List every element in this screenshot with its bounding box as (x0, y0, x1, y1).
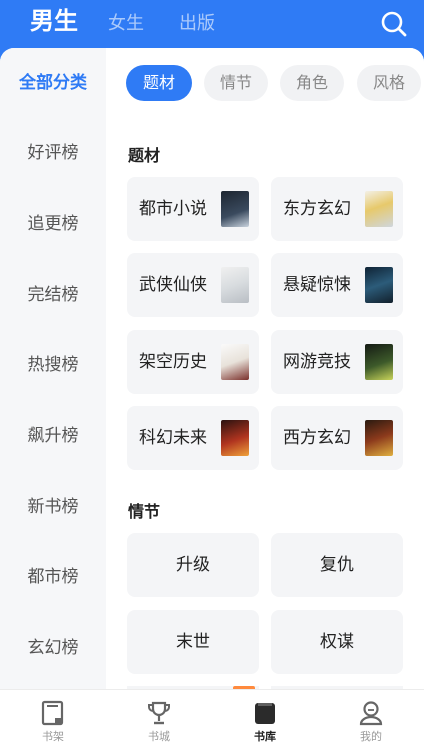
category-label: 科幻未来 (139, 428, 207, 448)
category-card-sci-fi[interactable]: 科幻未来 (127, 406, 259, 470)
main-sheet: 全部分类 好评榜 追更榜 完结榜 热搜榜 飙升榜 新书榜 都市榜 玄幻榜 题材 … (0, 48, 424, 689)
category-label: 西方玄幻 (283, 428, 351, 448)
category-card-western-fantasy[interactable]: 西方玄幻 (271, 406, 403, 470)
book-cover-image (221, 420, 249, 456)
category-card-wuxia[interactable]: 武侠仙侠 (127, 253, 259, 317)
tag-card-apocalypse[interactable]: 末世 (127, 610, 259, 674)
nav-label: 书库 (254, 730, 276, 743)
library-icon (255, 703, 275, 724)
book-cover-image (221, 344, 249, 380)
tag-card-scheming[interactable]: 权谋 (271, 610, 403, 674)
tag-label: 升级 (176, 555, 210, 575)
section-title-theme: 题材 (128, 146, 161, 165)
chip-role[interactable]: 角色 (280, 65, 344, 101)
sidebar-item-completed[interactable]: 完结榜 (0, 275, 106, 315)
nav-label: 书城 (148, 730, 170, 743)
book-cover-image (365, 420, 393, 456)
sidebar-item-new-books[interactable]: 新书榜 (0, 487, 106, 527)
category-label: 都市小说 (139, 199, 207, 219)
bookshelf-icon (41, 700, 64, 726)
nav-item-library[interactable]: 书库 (212, 690, 318, 754)
profile-icon (359, 701, 383, 726)
category-label: 东方玄幻 (283, 199, 351, 219)
chip-plot[interactable]: 情节 (204, 65, 268, 101)
tag-label: 权谋 (320, 632, 354, 652)
search-icon[interactable] (380, 10, 408, 38)
book-cover-image (221, 191, 249, 227)
trophy-icon (148, 701, 170, 725)
book-cover-image (365, 344, 393, 380)
section-title-plot: 情节 (128, 502, 161, 521)
category-card-esports[interactable]: 网游竞技 (271, 330, 403, 394)
nav-item-bookshelf[interactable]: 书架 (0, 690, 106, 754)
ranking-sidebar: 全部分类 好评榜 追更榜 完结榜 热搜榜 飙升榜 新书榜 都市榜 玄幻榜 (0, 48, 106, 689)
tab-female[interactable]: 女生 (108, 10, 144, 38)
category-content: 题材 情节 角色 风格 题材 都市小说 东方玄幻 武侠仙侠 悬疑惊悚 架空历史 (106, 48, 424, 689)
chip-theme[interactable]: 题材 (126, 65, 192, 101)
sidebar-item-hot-search[interactable]: 热搜榜 (0, 345, 106, 385)
nav-item-profile[interactable]: 我的 (318, 690, 424, 754)
book-cover-image (221, 267, 249, 303)
tag-label: 末世 (176, 632, 210, 652)
tab-male[interactable]: 男生 (30, 7, 78, 35)
sidebar-item-rising[interactable]: 飙升榜 (0, 416, 106, 456)
chip-style[interactable]: 风格 (357, 65, 421, 101)
sidebar-item-most-followed[interactable]: 追更榜 (0, 204, 106, 244)
book-cover-image (365, 191, 393, 227)
category-card-eastern-fantasy[interactable]: 东方玄幻 (271, 177, 403, 241)
sidebar-item-all-categories[interactable]: 全部分类 (0, 63, 106, 103)
top-bar: 男生 女生 出版 (0, 0, 424, 48)
nav-label: 我的 (360, 730, 382, 743)
bottom-nav: 书架 书城 书库 我的 (0, 689, 424, 754)
nav-label: 书架 (42, 730, 64, 743)
nav-item-bookstore[interactable]: 书城 (106, 690, 212, 754)
tab-publish[interactable]: 出版 (179, 10, 215, 38)
category-label: 架空历史 (139, 352, 207, 372)
category-label: 网游竞技 (283, 352, 351, 372)
category-label: 武侠仙侠 (139, 275, 207, 295)
category-card-alt-history[interactable]: 架空历史 (127, 330, 259, 394)
tag-card-revenge[interactable]: 复仇 (271, 533, 403, 597)
tag-label: 复仇 (320, 555, 354, 575)
sidebar-item-top-rated[interactable]: 好评榜 (0, 133, 106, 173)
sidebar-item-urban[interactable]: 都市榜 (0, 557, 106, 597)
filter-chips: 题材 情节 角色 风格 (126, 65, 424, 101)
category-card-suspense[interactable]: 悬疑惊悚 (271, 253, 403, 317)
category-label: 悬疑惊悚 (283, 275, 351, 295)
sidebar-item-fantasy[interactable]: 玄幻榜 (0, 628, 106, 668)
category-card-urban[interactable]: 都市小说 (127, 177, 259, 241)
tag-card-level-up[interactable]: 升级 (127, 533, 259, 597)
book-cover-image (365, 267, 393, 303)
